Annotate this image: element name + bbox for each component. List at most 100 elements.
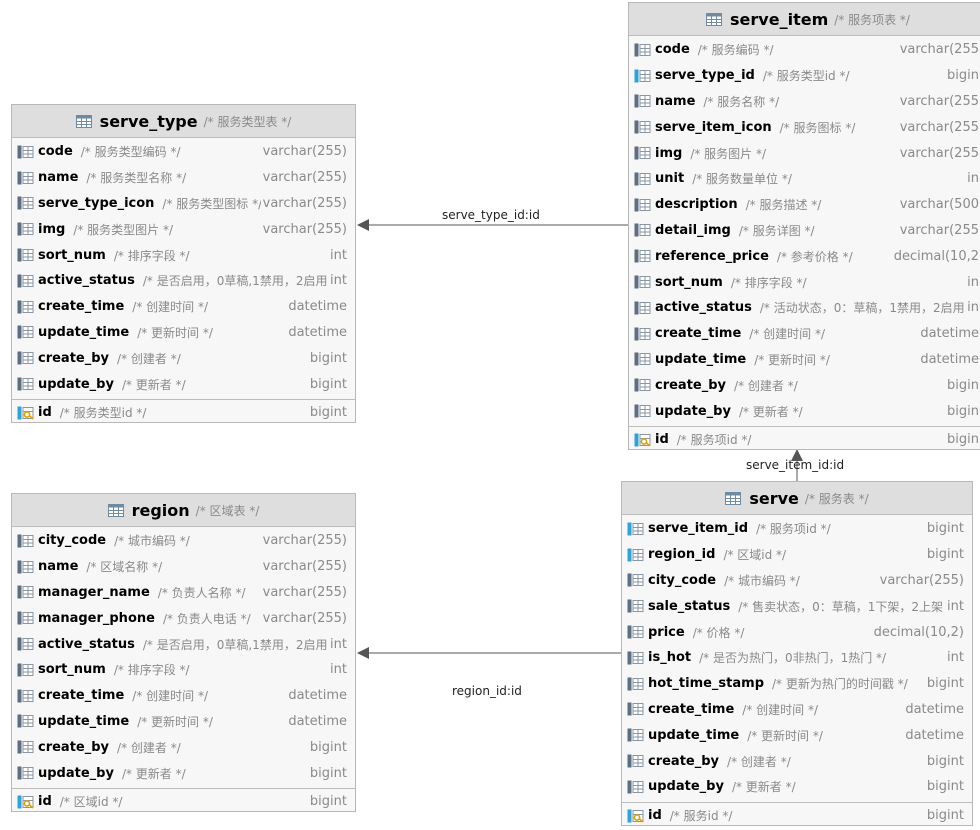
column-list: code /* 服务编码 */ varchar(255 serve_type_id /*… — [629, 36, 980, 424]
column-row[interactable]: serve_item_icon /* 服务图标 */ varchar(255 — [629, 114, 980, 140]
column-comment: /* 更新者 */ — [731, 780, 796, 795]
column-name: manager_phone — [38, 610, 155, 626]
column-row[interactable]: name /* 服务类型名称 */ varchar(255) — [12, 165, 355, 191]
primary-key-row[interactable]: id /* 服务id */ bigint — [622, 803, 972, 825]
column-name: reference_price — [655, 248, 769, 264]
foreign-key-column-icon — [627, 548, 644, 562]
column-row[interactable]: active_status /* 是否启用，0草稿,1禁用，2启用 */int — [12, 268, 355, 294]
column-type: varchar(255) — [260, 144, 347, 160]
column-icon — [17, 351, 34, 365]
column-row[interactable]: create_by /* 创建者 */ bigint — [12, 734, 355, 760]
column-row[interactable]: is_hot /* 是否为热门，0非热门，1热门 */ int — [622, 645, 972, 671]
column-icon — [634, 378, 651, 392]
table-header[interactable]: serve_item /* 服务项表 */ — [629, 3, 980, 36]
column-type: bigin — [945, 68, 979, 84]
column-row[interactable]: sort_num /* 排序字段 */ int — [12, 242, 355, 268]
column-row[interactable]: update_time /* 更新时间 */ datetime — [622, 722, 972, 748]
column-row[interactable]: update_time /* 更新时间 */ datetime — [12, 320, 355, 346]
column-type: varchar(255 — [897, 42, 979, 58]
column-name: description — [655, 197, 738, 213]
column-row[interactable]: manager_name /* 负责人名称 */ varchar(255) — [12, 580, 355, 606]
column-type: bigint — [307, 376, 347, 392]
column-row[interactable]: serve_type_icon /* 服务类型图标 */varchar(255) — [12, 191, 355, 217]
column-row[interactable]: create_time /* 创建时间 */ datetime — [629, 321, 980, 347]
column-row[interactable]: code /* 服务类型编码 */ varchar(255) — [12, 139, 355, 165]
column-row[interactable]: region_id /* 区域id */ bigint — [622, 542, 972, 568]
column-row[interactable]: serve_type_id /* 服务类型id */ bigin — [629, 63, 980, 89]
column-row[interactable]: name /* 区域名称 */ varchar(255) — [12, 554, 355, 580]
table-serve[interactable]: serve /* 服务表 */ serve_item_id /* 服务项id */ bi… — [621, 481, 973, 826]
column-row[interactable]: active_status /* 活动状态，0：草稿，1禁用，2启用 */in — [629, 295, 980, 321]
column-type: bigint — [924, 676, 964, 692]
edge-region-arrow — [357, 647, 369, 659]
table-region[interactable]: region /* 区域表 */ city_code /* 城市编码 */ varcha… — [11, 493, 356, 812]
table-title: serve_type — [99, 111, 198, 131]
primary-key-section: id /* 区域id */ bigint — [12, 787, 355, 811]
column-row[interactable]: update_time /* 更新时间 */ datetime — [629, 347, 980, 373]
column-row[interactable]: code /* 服务编码 */ varchar(255 — [629, 37, 980, 63]
column-row[interactable]: city_code /* 城市编码 */ varchar(255) — [12, 528, 355, 554]
column-type: bigint — [307, 739, 347, 755]
table-header[interactable]: serve_type /* 服务类型表 */ — [12, 105, 355, 138]
column-row[interactable]: active_status /* 是否启用，0草稿,1禁用，2启用 */int — [12, 631, 355, 657]
column-type: varchar(255 — [897, 145, 979, 161]
column-row[interactable]: update_time /* 更新时间 */ datetime — [12, 709, 355, 735]
column-row[interactable]: create_time /* 创建时间 */ datetime — [12, 683, 355, 709]
column-type: varchar(255 — [897, 222, 979, 238]
column-comment: /* 服务类型id */ — [762, 69, 850, 84]
column-row[interactable]: update_by /* 更新者 */ bigint — [622, 774, 972, 800]
column-icon — [17, 766, 34, 780]
column-comment: /* 创建者 */ — [117, 740, 181, 755]
column-name: update_by — [38, 376, 114, 392]
column-row[interactable]: serve_item_id /* 服务项id */ bigint — [622, 516, 972, 542]
column-row[interactable]: create_by /* 创建者 */ bigint — [622, 748, 972, 774]
column-row[interactable]: description /* 服务描述 */ varchar(500 — [629, 192, 980, 218]
column-comment: /* 更新者 */ — [121, 766, 186, 781]
column-row[interactable]: update_by /* 更新者 */ bigint — [12, 760, 355, 786]
column-row[interactable]: img /* 服务类型图片 */ varchar(255) — [12, 216, 355, 242]
column-icon — [634, 120, 651, 134]
table-header[interactable]: region /* 区域表 */ — [12, 494, 355, 527]
column-type: bigint — [307, 794, 347, 810]
column-type: decimal(10,2 — [891, 248, 979, 264]
column-row[interactable]: city_code /* 城市编码 */ varchar(255) — [622, 568, 972, 594]
column-icon — [634, 146, 651, 160]
column-row[interactable]: img /* 服务图片 */ varchar(255 — [629, 140, 980, 166]
column-icon — [634, 172, 651, 186]
column-row[interactable]: manager_phone /* 负责人电话 */ varchar(255) — [12, 605, 355, 631]
column-name: sort_num — [655, 274, 723, 290]
table-serve-type[interactable]: serve_type /* 服务类型表 */ code /* 服务类型编码 */ var… — [11, 104, 356, 423]
column-type: int — [328, 662, 347, 678]
column-row[interactable]: price /* 价格 */ decimal(10,2) — [622, 619, 972, 645]
column-row[interactable]: update_by /* 更新者 */ bigin — [629, 398, 980, 424]
column-type: bigint — [924, 779, 964, 795]
column-row[interactable]: unit /* 服务数量单位 */ in — [629, 166, 980, 192]
primary-key-row[interactable]: id /* 区域id */ bigint — [12, 789, 355, 811]
column-row[interactable]: hot_time_stamp /* 更新为热门的时间戳 */ bigint — [622, 671, 972, 697]
column-row[interactable]: create_time /* 创建时间 */ datetime — [12, 294, 355, 320]
column-row[interactable]: sort_num /* 排序字段 */ in — [629, 269, 980, 295]
table-comment: /* 服务表 */ — [804, 491, 869, 506]
column-icon — [627, 599, 644, 613]
column-row[interactable]: create_by /* 创建者 */ bigint — [12, 345, 355, 371]
column-list: city_code /* 城市编码 */ varchar(255) name /* 区域… — [12, 527, 355, 786]
column-row[interactable]: create_by /* 创建者 */ bigin — [629, 372, 980, 398]
column-comment: /* 服务id */ — [669, 809, 733, 824]
primary-key-icon — [627, 809, 644, 823]
column-row[interactable]: sale_status /* 售卖状态，0：草稿，1下架，2上架 */int — [622, 593, 972, 619]
table-serve-item[interactable]: serve_item /* 服务项表 */ code /* 服务编码 */ varcha… — [628, 2, 980, 450]
column-row[interactable]: update_by /* 更新者 */ bigint — [12, 371, 355, 397]
primary-key-row[interactable]: id /* 服务项id */ bigin — [629, 427, 980, 449]
column-comment: /* 创建时间 */ — [132, 689, 208, 704]
column-row[interactable]: create_time /* 创建时间 */ datetime — [622, 697, 972, 723]
column-row[interactable]: name /* 服务名称 */ varchar(255 — [629, 89, 980, 115]
primary-key-row[interactable]: id /* 服务类型id */ bigint — [12, 400, 355, 422]
table-header[interactable]: serve /* 服务表 */ — [622, 482, 972, 515]
primary-key-section: id /* 服务类型id */ bigint — [12, 398, 355, 422]
column-comment: /* 更新者 */ — [121, 377, 186, 392]
column-row[interactable]: sort_num /* 排序字段 */ int — [12, 657, 355, 683]
column-row[interactable]: detail_img /* 服务详图 */ varchar(255 — [629, 218, 980, 244]
column-name: update_by — [655, 403, 731, 419]
column-comment: /* 价格 */ — [692, 625, 745, 640]
column-row[interactable]: reference_price /* 参考价格 */ decimal(10,2 — [629, 243, 980, 269]
